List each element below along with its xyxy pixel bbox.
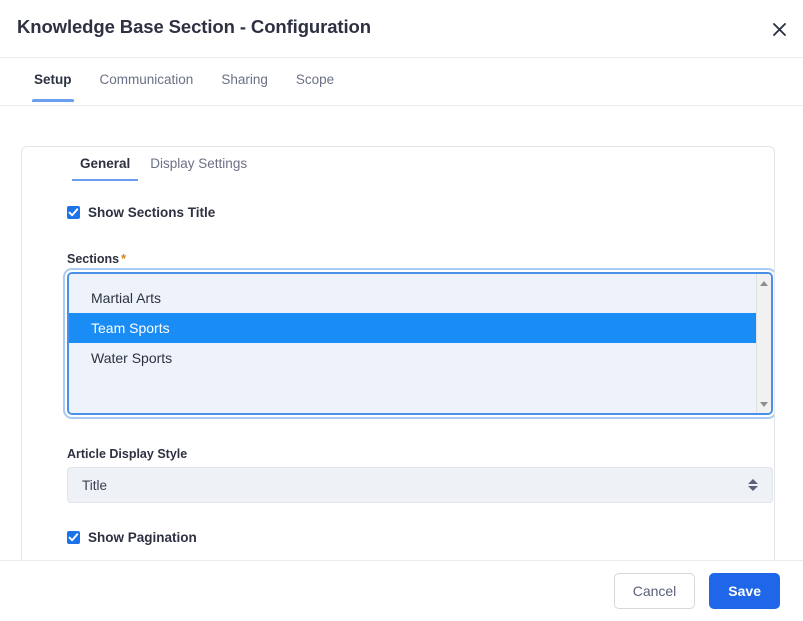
required-asterisk: *	[121, 252, 126, 266]
show-sections-title-label[interactable]: Show Sections Title	[88, 205, 215, 220]
show-pagination-label[interactable]: Show Pagination	[88, 530, 197, 545]
save-button[interactable]: Save	[709, 573, 780, 609]
card-tab-bar: General Display Settings	[22, 147, 774, 183]
modal-footer: Cancel Save	[0, 560, 803, 621]
sections-listbox[interactable]: Martial Arts Team Sports Water Sports	[67, 272, 773, 415]
show-sections-title-checkbox[interactable]	[67, 206, 80, 219]
scroll-down-arrow-icon[interactable]	[757, 397, 771, 411]
card-tab-general[interactable]: General	[70, 147, 140, 181]
checkmark-icon	[68, 208, 79, 217]
sections-scrollbar[interactable]	[756, 274, 771, 413]
tab-scope[interactable]: Scope	[282, 58, 348, 101]
sections-label: Sections *	[67, 252, 750, 266]
scroll-up-arrow-icon[interactable]	[757, 276, 771, 290]
list-item[interactable]: Team Sports	[69, 313, 756, 343]
sections-label-text: Sections	[67, 252, 120, 266]
configuration-card: General Display Settings Show Sections T…	[21, 146, 775, 566]
list-item[interactable]: Martial Arts	[69, 283, 756, 313]
sections-listbox-options[interactable]: Martial Arts Team Sports Water Sports	[69, 274, 756, 413]
checkmark-icon	[68, 533, 79, 542]
close-icon	[772, 22, 787, 37]
tab-sharing[interactable]: Sharing	[207, 58, 282, 101]
article-display-style-select[interactable]: Title	[67, 467, 773, 503]
article-display-style-label: Article Display Style	[67, 447, 188, 461]
tab-setup[interactable]: Setup	[20, 58, 86, 102]
close-button[interactable]	[766, 16, 792, 42]
list-item[interactable]: Water Sports	[69, 343, 756, 373]
modal-header: Knowledge Base Section - Configuration	[0, 0, 803, 58]
show-sections-title-row[interactable]: Show Sections Title	[67, 205, 750, 220]
select-spinner-icon	[748, 479, 758, 491]
top-tab-bar: Setup Communication Sharing Scope	[0, 58, 803, 106]
article-display-style-value: Title	[82, 477, 108, 493]
card-tab-display-settings[interactable]: Display Settings	[140, 147, 257, 181]
show-pagination-checkbox[interactable]	[67, 531, 80, 544]
show-pagination-row[interactable]: Show Pagination	[67, 530, 750, 545]
card-body: Show Sections Title Sections * Martial Ar…	[22, 183, 774, 545]
tab-communication[interactable]: Communication	[86, 58, 208, 101]
page-title: Knowledge Base Section - Configuration	[17, 16, 371, 37]
cancel-button[interactable]: Cancel	[613, 573, 696, 609]
